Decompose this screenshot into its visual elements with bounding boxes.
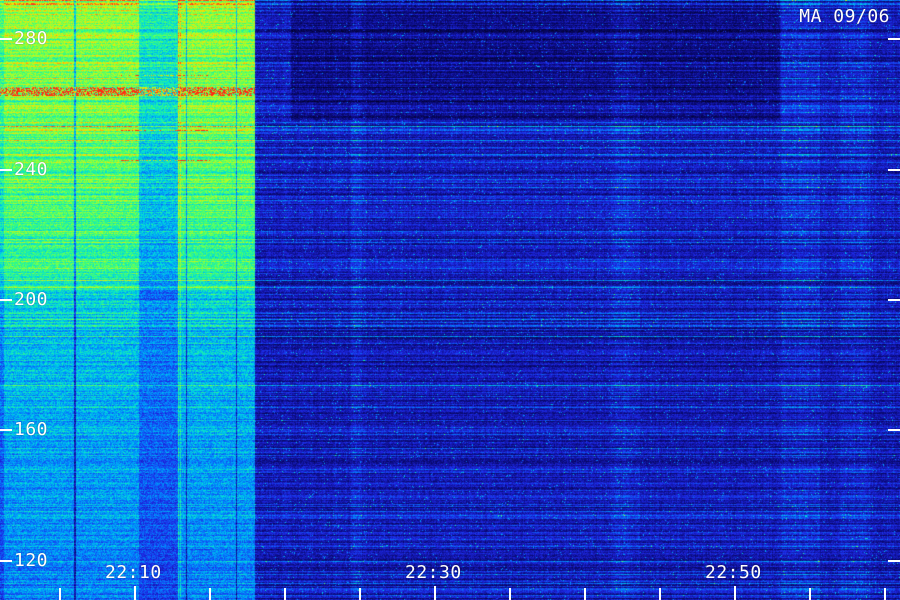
spectrogram-view: MA 09/06 280 240 200 160 120 22:10 22:30 22:50	[0, 0, 900, 600]
spectrogram-canvas	[0, 0, 900, 600]
